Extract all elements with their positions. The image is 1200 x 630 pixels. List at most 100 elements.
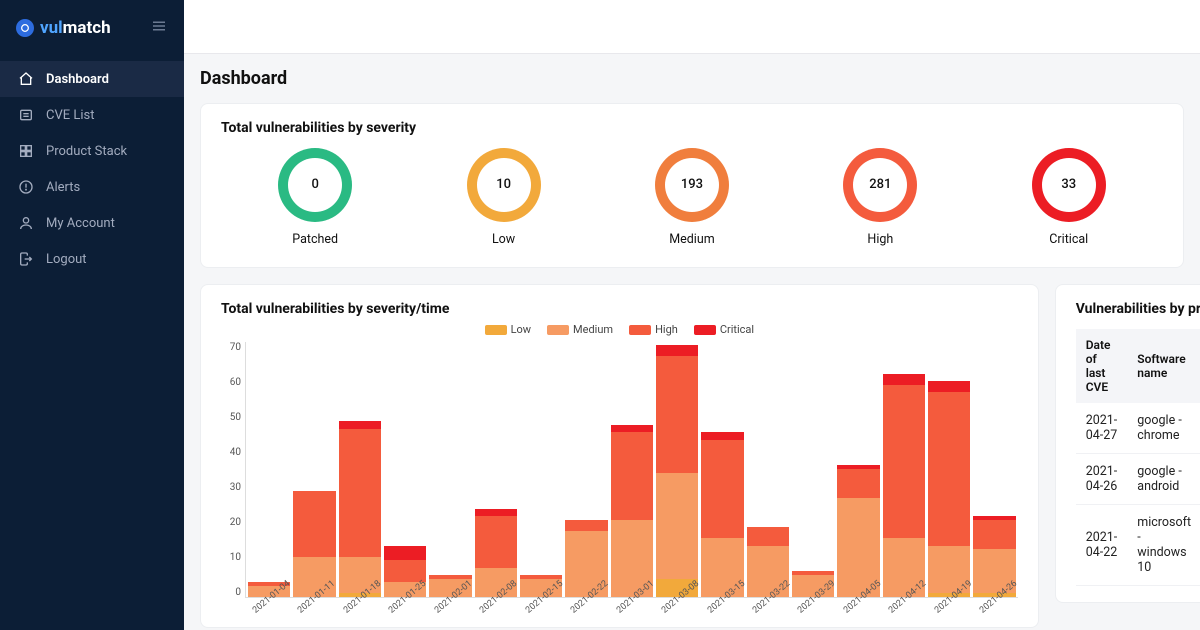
- bar-segment: [883, 385, 925, 539]
- chart-xaxis: 2021-01-042021-01-112021-01-182021-01-25…: [221, 602, 1018, 612]
- bar-column: [339, 421, 381, 597]
- chart-card: Total vulnerabilities by severity/time L…: [200, 284, 1039, 628]
- sidebar-item-label: CVE List: [46, 108, 94, 123]
- bar-segment: [611, 432, 653, 520]
- sidebar-item-label: Alerts: [46, 180, 80, 195]
- table-row[interactable]: 2021-04-22microsoft - windows 10217: [1076, 504, 1200, 585]
- chart-title: Total vulnerabilities by severity/time: [221, 301, 1018, 317]
- logo[interactable]: vulmatch: [16, 18, 111, 38]
- severity-donut: 10 Low: [467, 148, 541, 247]
- legend-label: Low: [511, 323, 531, 336]
- legend-swatch: [694, 325, 716, 335]
- content: Dashboard Total vulnerabilities by sever…: [184, 54, 1200, 630]
- donut-ring: 0: [278, 148, 352, 222]
- legend-item: Critical: [694, 323, 754, 336]
- table-row[interactable]: 2021-04-27google - chrome110: [1076, 403, 1200, 454]
- bar-segment: [656, 473, 698, 579]
- bar-segment: [701, 432, 743, 439]
- donut-label: Low: [492, 232, 515, 247]
- ytick: 70: [230, 342, 241, 353]
- sidebar-nav: Dashboard CVE List Product Stack Alerts …: [0, 55, 184, 277]
- donut-label: High: [867, 232, 893, 247]
- cell-name: microsoft - windows 10: [1127, 504, 1200, 585]
- donut-ring: 33: [1032, 148, 1106, 222]
- table-header-date: Date of last CVE: [1076, 329, 1128, 403]
- bar-segment: [339, 421, 381, 428]
- sidebar-item-label: Product Stack: [46, 144, 127, 159]
- donut-label: Patched: [292, 232, 338, 247]
- product-table-title: Vulnerabilities by product: [1076, 301, 1200, 317]
- sidebar-item-label: My Account: [46, 216, 115, 231]
- donut-value: 33: [1042, 158, 1096, 212]
- ytick: 10: [230, 552, 241, 563]
- ytick: 50: [230, 412, 241, 423]
- bar-segment: [475, 509, 517, 516]
- table-header-name: Software name: [1127, 329, 1200, 403]
- menu-toggle-icon[interactable]: [150, 17, 168, 39]
- home-icon: [18, 71, 34, 87]
- legend-label: Critical: [720, 323, 754, 336]
- chart-yaxis: 706050403020100: [221, 342, 245, 598]
- sidebar-item-cve-list[interactable]: CVE List: [0, 97, 184, 133]
- main: Dashboard Total vulnerabilities by sever…: [184, 0, 1200, 630]
- bar-column: [656, 345, 698, 597]
- donut-value: 10: [477, 158, 531, 212]
- ytick: 60: [230, 377, 241, 388]
- bar-segment: [973, 520, 1015, 549]
- bar-segment: [475, 516, 517, 567]
- cell-date: 2021-04-26: [1076, 453, 1128, 504]
- bar-segment: [928, 381, 970, 392]
- legend-item: Low: [485, 323, 531, 336]
- cell-date: 2021-04-22: [1076, 504, 1128, 585]
- bar-segment: [656, 356, 698, 473]
- cell-date: 2021-04-27: [1076, 403, 1128, 454]
- donut-ring: 281: [843, 148, 917, 222]
- bar-column: [883, 374, 925, 597]
- legend-item: Medium: [547, 323, 613, 336]
- bar-segment: [384, 546, 426, 561]
- table-row[interactable]: 2021-04-26google - android190: [1076, 453, 1200, 504]
- alert-icon: [18, 179, 34, 195]
- ytick: 0: [235, 587, 241, 598]
- donut-label: Critical: [1049, 232, 1088, 247]
- logout-icon: [18, 251, 34, 267]
- donut-ring: 193: [655, 148, 729, 222]
- sidebar-item-logout[interactable]: Logout: [0, 241, 184, 277]
- legend-swatch: [547, 325, 569, 335]
- sidebar-item-label: Logout: [46, 252, 87, 267]
- chart-plot: [245, 342, 1018, 598]
- bar-column: [928, 381, 970, 597]
- donut-label: Medium: [669, 232, 714, 247]
- donut-value: 193: [665, 158, 719, 212]
- donut-value: 281: [853, 158, 907, 212]
- list-icon: [18, 107, 34, 123]
- sidebar-item-alerts[interactable]: Alerts: [0, 169, 184, 205]
- ytick: 40: [230, 447, 241, 458]
- bar-segment: [339, 429, 381, 557]
- donut-ring: 10: [467, 148, 541, 222]
- sidebar-item-label: Dashboard: [46, 72, 109, 87]
- sidebar-item-dashboard[interactable]: Dashboard: [0, 61, 184, 97]
- bar-segment: [565, 520, 607, 531]
- logo-text: vulmatch: [40, 18, 111, 38]
- sidebar-item-my-account[interactable]: My Account: [0, 205, 184, 241]
- product-table-card: Vulnerabilities by product Date of last …: [1055, 284, 1200, 603]
- severity-row: 0 Patched 10 Low 193 Medium 281 High 33 Critical: [221, 148, 1163, 247]
- cell-name: google - chrome: [1127, 403, 1200, 454]
- severity-donut: 193 Medium: [655, 148, 729, 247]
- severity-card: Total vulnerabilities by severity 0Patch…: [200, 103, 1184, 268]
- severity-donut: 33 Critical: [1032, 148, 1106, 247]
- legend-item: High: [629, 323, 678, 336]
- bar-segment: [293, 491, 335, 557]
- sidebar-item-product-stack[interactable]: Product Stack: [0, 133, 184, 169]
- user-icon: [18, 215, 34, 231]
- chart-area: LowMediumHighCritical 706050403020100 20…: [221, 323, 1018, 623]
- legend-label: Medium: [573, 323, 613, 336]
- severity-donut: 0 Patched: [278, 148, 352, 247]
- bar-column: [611, 425, 653, 597]
- bar-segment: [701, 440, 743, 539]
- severity-donut: 281 High: [843, 148, 917, 247]
- legend-swatch: [485, 325, 507, 335]
- bar-segment: [883, 374, 925, 385]
- topbar: [184, 0, 1200, 54]
